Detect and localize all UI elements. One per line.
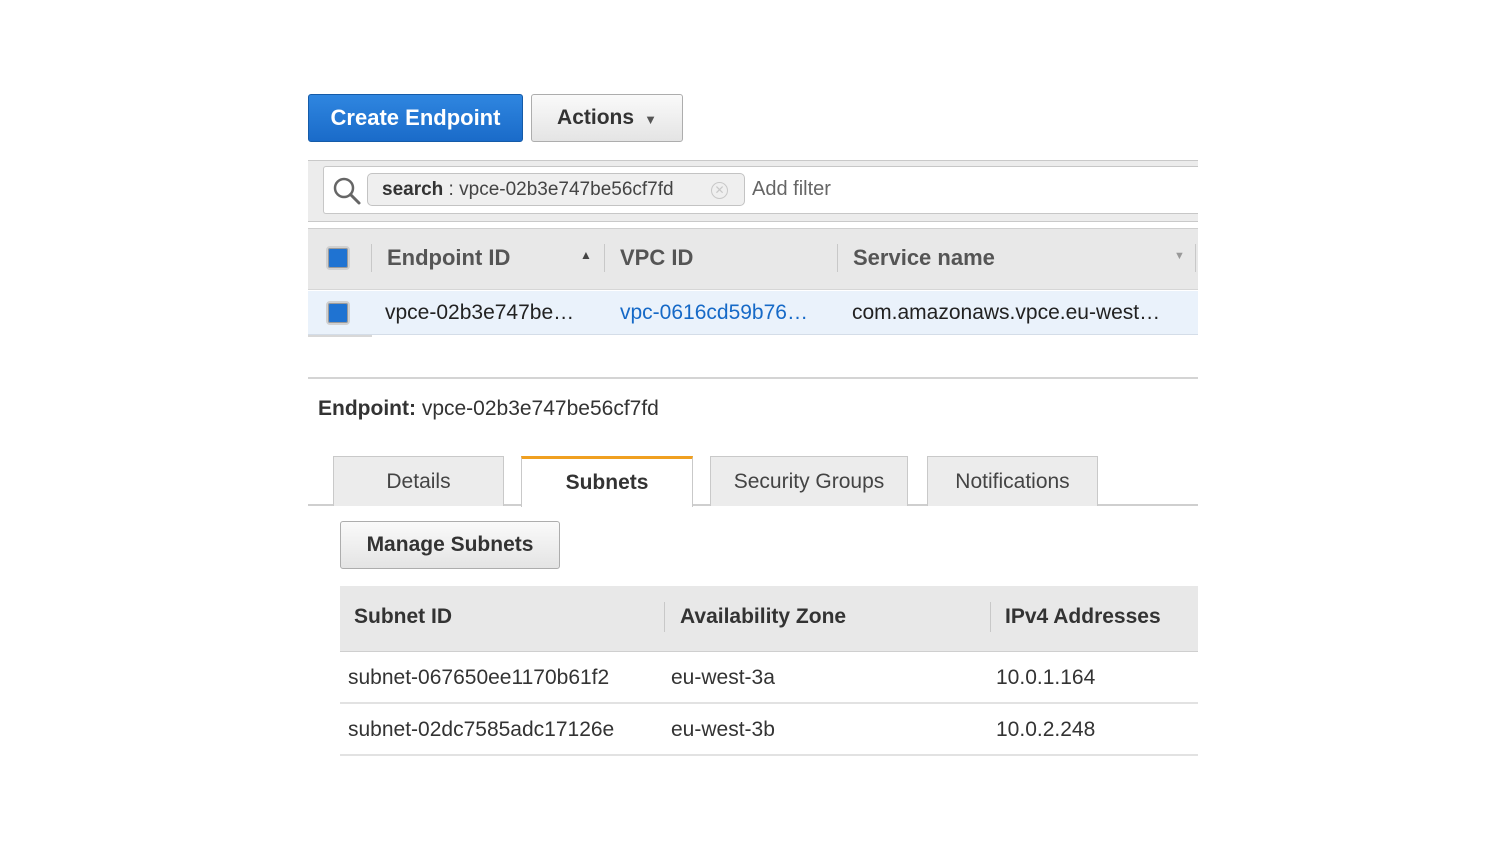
column-header-service-name[interactable]: Service name	[853, 245, 995, 271]
chevron-down-icon: ▼	[644, 111, 657, 127]
row-divider	[340, 702, 1198, 704]
row-divider	[340, 754, 1198, 756]
column-header-endpoint-id[interactable]: Endpoint ID	[387, 245, 510, 271]
panel-divider	[308, 377, 1198, 379]
availability-zone-cell: eu-west-3a	[671, 666, 775, 689]
vpc-id-link[interactable]: vpc-0616cd59b76…	[620, 301, 825, 325]
tab-details[interactable]: Details	[333, 456, 504, 506]
actions-dropdown-button[interactable]: Actions ▼	[531, 94, 683, 142]
column-separator	[1195, 244, 1196, 272]
tab-security-groups[interactable]: Security Groups	[710, 456, 908, 506]
column-separator	[837, 244, 838, 272]
column-separator	[664, 602, 665, 632]
actions-label: Actions	[557, 106, 635, 129]
endpoint-detail-title: Endpoint: vpce-02b3e747be56cf7fd	[318, 397, 659, 421]
add-filter-placeholder[interactable]: Add filter	[752, 178, 831, 201]
column-header-vpc-id[interactable]: VPC ID	[620, 245, 693, 271]
search-icon	[333, 177, 361, 205]
token-key: search	[382, 178, 444, 200]
column-menu-chevron-icon[interactable]: ▼	[1174, 250, 1185, 262]
service-name-cell: com.amazonaws.vpce.eu-west…	[852, 301, 1161, 324]
tab-notifications[interactable]: Notifications	[927, 456, 1098, 506]
select-all-checkbox[interactable]	[326, 246, 350, 270]
column-header-ipv4-addresses[interactable]: IPv4 Addresses	[1005, 605, 1161, 629]
search-filter-token[interactable]: search : vpce-02b3e747be56cf7fd ✕	[367, 173, 745, 206]
subnet-id-link[interactable]: subnet-02dc7585adc17126e	[348, 718, 614, 742]
sort-ascending-icon[interactable]: ▲	[580, 248, 592, 262]
tab-subnets[interactable]: Subnets	[521, 456, 693, 507]
column-header-availability-zone[interactable]: Availability Zone	[680, 605, 846, 629]
remove-token-icon[interactable]: ✕	[711, 182, 728, 199]
endpoint-detail-value: vpce-02b3e747be56cf7fd	[421, 397, 659, 420]
endpoint-detail-label: Endpoint:	[318, 397, 416, 420]
token-separator: :	[443, 178, 460, 200]
ipv4-address-cell: 10.0.2.248	[996, 718, 1096, 741]
column-header-subnet-id[interactable]: Subnet ID	[354, 605, 452, 629]
manage-subnets-button[interactable]: Manage Subnets	[340, 521, 560, 569]
column-separator	[990, 602, 991, 632]
row-divider	[308, 335, 372, 337]
availability-zone-cell: eu-west-3b	[671, 718, 775, 741]
token-value: vpce-02b3e747be56cf7fd	[459, 178, 674, 200]
create-endpoint-button[interactable]: Create Endpoint	[308, 94, 523, 142]
column-separator	[604, 244, 605, 272]
ipv4-address-cell: 10.0.1.164	[996, 666, 1096, 689]
column-separator	[371, 244, 372, 272]
row-checkbox[interactable]	[326, 301, 350, 325]
subnet-id-link[interactable]: subnet-067650ee1170b61f2	[348, 666, 609, 690]
endpoint-id-cell: vpce-02b3e747be…	[385, 301, 575, 324]
